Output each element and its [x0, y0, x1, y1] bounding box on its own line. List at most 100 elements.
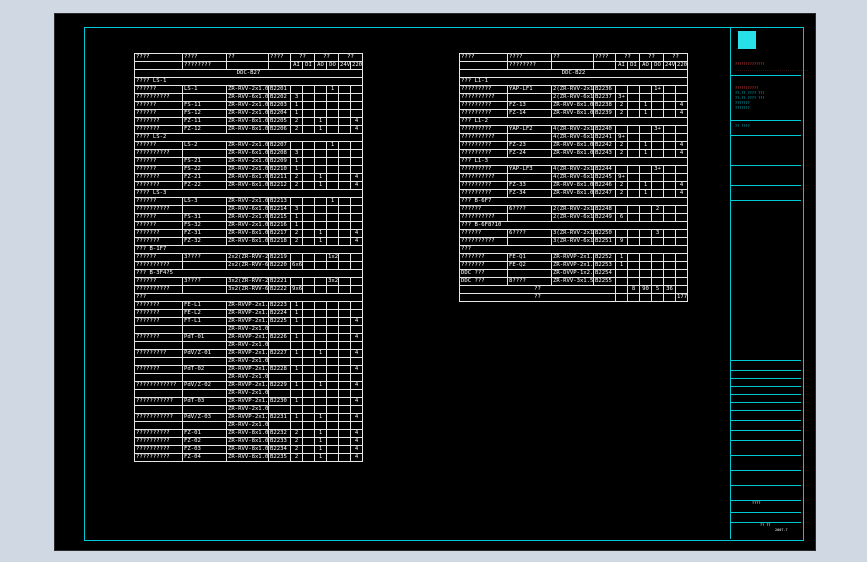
cable-number: B2221: [268, 277, 291, 286]
io-count: [326, 205, 339, 214]
io-count: [639, 133, 652, 142]
device-tag: FE-Q1: [507, 253, 552, 262]
io-count: [350, 261, 363, 270]
table-subheader-row: ???????? AIDIAODO24V220V: [459, 61, 688, 70]
cable-spec: 2(ZR-RVV-6x1.0): [551, 93, 594, 102]
device-tag: FS-21: [182, 157, 227, 166]
device-tag: 8????: [507, 277, 552, 286]
header-cell: ??: [226, 53, 269, 62]
io-count: [302, 381, 315, 390]
title-block-line-4: ???????: [735, 101, 750, 105]
total-value: 5: [651, 285, 664, 294]
io-count: [314, 341, 327, 350]
cable-table-right: ???????????????????????????? AI DI AO DO 24V 2…: [459, 53, 688, 302]
cable-number: B2210: [268, 165, 291, 174]
cable-spec: ZR-RVV-2x1.0: [226, 109, 269, 118]
io-count: 2: [290, 445, 303, 454]
io-count: [314, 141, 327, 150]
header-cell: ??: [663, 53, 688, 62]
device-tag: PdV/Z-02: [182, 381, 227, 390]
io-count: [663, 189, 676, 198]
io-count: [639, 173, 652, 182]
io-count: [663, 277, 676, 286]
io-count: 1: [314, 181, 327, 190]
cable-number: B2241: [593, 133, 616, 142]
header-cell: [593, 61, 616, 70]
table-row: ????????? FZ-33 ZR-RVV-8x1.0 B2246 2 1 4: [459, 181, 688, 190]
io-count: [350, 205, 363, 214]
table-row: ZR-RVV-2x1.0: [134, 325, 363, 334]
device-tag: [182, 341, 227, 350]
cable-number: B2239: [593, 109, 616, 118]
cable-number: B2232: [268, 429, 291, 438]
io-count: [338, 309, 351, 318]
io-count: [663, 173, 676, 182]
io-count: 1: [615, 261, 628, 270]
io-count: 4: [675, 101, 688, 110]
io-count: [627, 269, 640, 278]
io-count: 1: [639, 141, 652, 150]
table-row: ?????? LS-2 ZR-RVV-2x1.0 B2207 1: [134, 141, 363, 150]
io-count: [663, 125, 676, 134]
io-count: [675, 125, 688, 134]
io-count: [302, 165, 315, 174]
cable-number: B2204: [268, 109, 291, 118]
io-count: 1: [290, 221, 303, 230]
section-label: ??? L1-1: [459, 77, 688, 86]
io-count: [338, 317, 351, 326]
io-count: [326, 93, 339, 102]
table-subheader-row: ???????? AIDIAODO24V220V: [134, 61, 363, 70]
device-name: ??????????: [134, 445, 183, 454]
device-tag: [182, 325, 227, 334]
io-count: [302, 285, 315, 294]
io-count: 9+: [615, 173, 628, 182]
device-tag: FE-L1: [182, 301, 227, 310]
header-cell: [134, 61, 183, 70]
title-block-company: ??????????????: [735, 62, 765, 66]
table-row: ????????? FZ-13 ZR-RVV-8x1.0 B2238 2 1 4: [459, 101, 688, 110]
device-tag: FZ-11: [182, 117, 227, 126]
device-name: [134, 373, 183, 382]
cable-spec: 4(ZR-RVV-6x1.0): [551, 133, 594, 142]
table-row: ??????????? PdV/Z-03 ZR-RVVP-2x1.0 B2231 1 1 4: [134, 413, 363, 422]
table-row: ZR-RVV-2x1.0: [134, 389, 363, 398]
io-count: [651, 149, 664, 158]
io-count: [302, 373, 315, 382]
io-count: [338, 101, 351, 110]
cable-spec: ZR-RVVP-2x1.0: [226, 349, 269, 358]
cable-spec: 3x2(ZR-RVV-2x1.0): [226, 277, 269, 286]
table-row: ?????? FS-32 ZR-RVV-2x1.0 B2216 1: [134, 221, 363, 230]
cable-spec: ZR-RVV-2x1.0: [226, 221, 269, 230]
cable-spec: ZR-RVVP-2x1.0: [226, 301, 269, 310]
io-count: 4: [675, 109, 688, 118]
total-value: 177: [675, 293, 688, 302]
io-count: [302, 253, 315, 262]
io-count: 3+: [615, 93, 628, 102]
io-count: [338, 341, 351, 350]
cable-spec: ZR-RVV-6x1.0: [226, 205, 269, 214]
io-count: [314, 317, 327, 326]
io-count: [314, 93, 327, 102]
cable-number: B2202: [268, 93, 291, 102]
io-count: [615, 125, 628, 134]
cable-number: B2235: [268, 453, 291, 462]
device-tag: 3????: [182, 253, 227, 262]
table-row: ?????? FS-12 ZR-RVV-2x1.0 B2204 1: [134, 109, 363, 118]
io-count: [627, 213, 640, 222]
table-row: ?????????? FZ-02 ZR-RVV-8x1.0 B2233 2 1 4: [134, 437, 363, 446]
io-count: [615, 277, 628, 286]
device-tag: [182, 261, 227, 270]
io-count: 1: [326, 197, 339, 206]
io-count: [302, 325, 315, 334]
cable-number: B2212: [268, 181, 291, 190]
io-count: 1: [290, 309, 303, 318]
table-row: ??????6????2(ZR-RVV-2x1.0)B2248 2: [459, 205, 688, 214]
title-block-sheet: ?? ??: [760, 523, 771, 527]
io-count: [326, 429, 339, 438]
io-count: [350, 301, 363, 310]
total-value: [615, 285, 628, 294]
cable-spec: ZR-RVV-2x1.0: [226, 357, 269, 366]
cable-number: B2214: [268, 205, 291, 214]
io-count: [627, 181, 640, 190]
table-row: ??????? PdT-02 ZR-RVVP-2x1.0 B2228 1 4: [134, 365, 363, 374]
